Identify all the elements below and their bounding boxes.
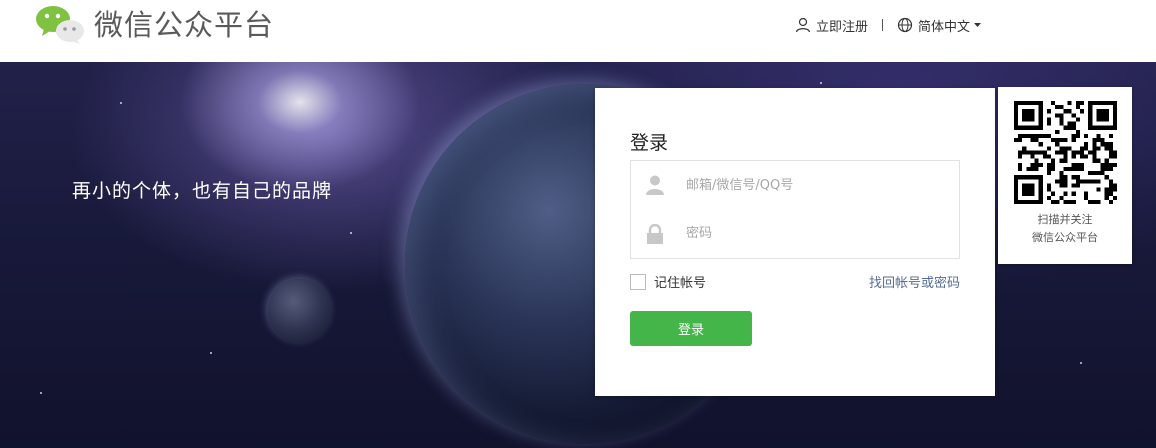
- star: [820, 82, 822, 84]
- remember-label: 记住帐号: [654, 276, 707, 291]
- site-title[interactable]: 微信公众平台: [94, 6, 274, 44]
- qr-caption-line2: 微信公众平台: [1032, 231, 1098, 244]
- qr-panel: 扫描并关注 微信公众平台: [998, 87, 1132, 264]
- user-icon: [795, 17, 811, 33]
- chevron-down-icon: [974, 22, 982, 27]
- lock-icon: [647, 223, 663, 244]
- forgot-link[interactable]: 找回帐号或密码: [869, 272, 960, 291]
- star: [350, 232, 352, 234]
- password-input[interactable]: [684, 225, 928, 242]
- star: [40, 392, 42, 394]
- wechat-logo-icon[interactable]: [34, 4, 86, 44]
- person-icon: [646, 175, 664, 195]
- login-panel: 登录 记住帐号 找回帐号或密码 登录: [595, 88, 995, 396]
- remember-checkbox[interactable]: [630, 273, 646, 290]
- register-link[interactable]: 立即注册: [795, 16, 868, 35]
- remember-account[interactable]: 记住帐号: [630, 272, 706, 291]
- register-label: 立即注册: [816, 19, 869, 35]
- planet-small: [268, 279, 332, 343]
- language-selector[interactable]: 简体中文: [897, 16, 986, 35]
- login-button[interactable]: 登录: [630, 311, 752, 346]
- nav-divider: [882, 19, 884, 31]
- star: [210, 352, 212, 354]
- banner-slogan: 再小的个体，也有自己的品牌: [72, 180, 333, 202]
- password-field[interactable]: [630, 209, 960, 259]
- qr-caption-line1: 扫描并关注: [1037, 213, 1093, 226]
- account-input[interactable]: [684, 176, 928, 194]
- header-nav: 立即注册 简体中文: [795, 15, 986, 35]
- top-header: 微信公众平台 立即注册 简体中文: [0, 0, 1156, 62]
- account-field[interactable]: [630, 160, 960, 210]
- globe-icon: [897, 17, 913, 33]
- login-title: 登录: [630, 132, 669, 154]
- qr-caption: 扫描并关注 微信公众平台: [998, 211, 1132, 247]
- qr-code-icon: [1014, 101, 1117, 204]
- language-label: 简体中文: [918, 19, 971, 35]
- star: [1080, 362, 1082, 364]
- star: [120, 102, 122, 104]
